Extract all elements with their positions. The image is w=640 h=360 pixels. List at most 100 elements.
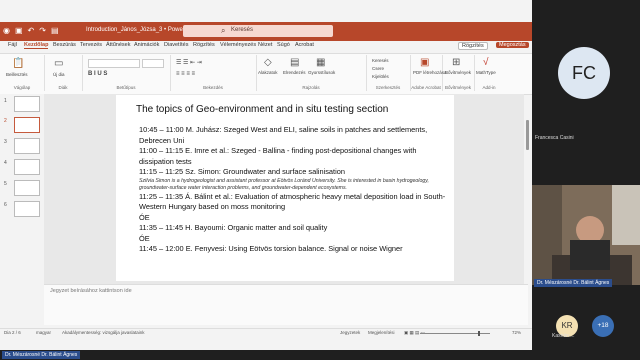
slide-counter: Dia 2 / 6	[4, 330, 21, 335]
undo-icon[interactable]: ↶	[28, 26, 35, 36]
share-button[interactable]: Megosztás	[496, 42, 529, 48]
replace-button[interactable]: Csere	[372, 66, 384, 71]
save-icon[interactable]: ▣	[15, 26, 23, 36]
thumb-number: 5	[4, 181, 7, 187]
ribbon-group-paragraph: ☰ ☰ ⇤ ⇥ ≡ ≡ ≡ ≡ Bekezdés	[170, 55, 257, 91]
group-label: Adobe Acrobat	[411, 85, 441, 90]
quick-styles-label[interactable]: Gyorsstílusok	[308, 70, 335, 75]
participant-name-fc: Francesca Casini	[535, 135, 574, 141]
group-label: Szerkesztés	[375, 85, 401, 90]
align-icon[interactable]: ≡ ≡ ≡ ≡	[176, 71, 195, 77]
new-slide-icon[interactable]: ▭	[54, 58, 63, 69]
group-label: Add-in	[482, 85, 496, 90]
slide-title[interactable]: The topics of Geo-environment and in sit…	[136, 104, 388, 115]
agenda-item: 11:45 – 12:00 E. Fenyvesi: Using Eötvös …	[139, 244, 403, 253]
pdf-icon[interactable]: ▣	[420, 57, 429, 68]
addins-label[interactable]: Bővítmények	[445, 70, 471, 75]
slide-body[interactable]: 10:45 – 11:00 M. Juhász: Szeged West and…	[139, 125, 447, 255]
video-feed-image	[532, 185, 640, 285]
bullets-icon[interactable]: ☰ ☰ ⇤ ⇥	[176, 59, 202, 66]
agenda-item: 11:15 – 11:25 Sz. Simon: Groundwater and…	[139, 167, 345, 176]
language-indicator[interactable]: magyar	[36, 330, 51, 335]
tab-file[interactable]: Fájl	[8, 42, 17, 48]
tab-insert[interactable]: Beszúrás	[53, 42, 76, 48]
tab-help[interactable]: Súgó	[277, 42, 290, 48]
tab-slideshow[interactable]: Diavetítés	[164, 42, 188, 48]
autosave-icon[interactable]: ◉	[3, 26, 10, 36]
paste-label[interactable]: Beillesztés	[6, 72, 28, 77]
thumb-number: 2	[4, 118, 7, 124]
slide-thumb-1[interactable]	[14, 96, 40, 112]
tab-design[interactable]: Tervezés	[80, 42, 102, 48]
zoom-level[interactable]: 72%	[512, 330, 521, 335]
zoom-slider-knob[interactable]	[478, 331, 480, 336]
video-name-badge: Dr. Mészárosné Dr. Bálint Ágnes	[534, 279, 613, 287]
start-slideshow-icon[interactable]: ▤	[51, 26, 59, 36]
arrange-icon[interactable]: ▤	[290, 57, 299, 68]
presenter-name-badge: Dr. Mészárosné Dr. Bálint Ágnes	[2, 351, 81, 359]
find-button[interactable]: Keresés	[372, 58, 389, 63]
thumb-number: 3	[4, 139, 7, 145]
participant-name-kr: Kasnán ...	[552, 333, 575, 339]
agenda-item: 11:00 – 11:15 E. Imre et al.: Szeged - B…	[139, 146, 417, 166]
ribbon-group-editing: Keresés Csere Kijelölés Szerkesztés	[366, 55, 411, 91]
agenda-item: ÓE	[139, 233, 150, 243]
ribbon-group-drawing: ◇ Alakzatok ▤ Elrendezés ▦ Gyorsstílusok…	[256, 55, 367, 91]
group-label: Bekezdés	[203, 85, 223, 90]
vertical-scrollbar[interactable]	[526, 120, 529, 150]
agenda-item: 10:45 – 11:00 M. Juhász: Szeged West and…	[139, 125, 428, 145]
slide-thumb-3[interactable]	[14, 138, 40, 154]
tab-acrobat[interactable]: Acrobat	[295, 42, 314, 48]
slide-thumb-6[interactable]	[14, 201, 40, 217]
thumb-number: 1	[4, 98, 7, 104]
new-slide-label[interactable]: Új dia	[53, 72, 65, 77]
tab-transitions[interactable]: Áttűnések	[106, 42, 130, 48]
quick-styles-icon[interactable]: ▦	[316, 57, 325, 68]
ribbon-group-acrobat: ▣ PDF létrehozása Adobe Acrobat	[410, 55, 447, 91]
shapes-label[interactable]: Alakzatok	[258, 70, 278, 75]
group-label: Bővítmények	[444, 85, 471, 90]
quick-access-toolbar: ◉ ▣ ↶ ↷ ▤	[3, 26, 59, 36]
tab-animations[interactable]: Animációk	[134, 42, 159, 48]
tab-review[interactable]: Véleményezés	[220, 42, 256, 48]
addins-icon[interactable]: ⊞	[452, 57, 460, 68]
agenda-item: ÓE	[139, 212, 150, 222]
participant-video[interactable]	[532, 185, 640, 285]
bold-icon[interactable]: B I U S	[88, 71, 107, 77]
tab-record[interactable]: Rögzítés	[193, 42, 215, 48]
participant-avatar-fc[interactable]: FC	[558, 47, 610, 99]
display-settings[interactable]: Megjelenítési	[368, 330, 395, 335]
record-button[interactable]: Rögzítés	[458, 42, 488, 50]
search-box[interactable]: ⌕ Keresés	[183, 25, 333, 37]
slide-thumb-4[interactable]	[14, 159, 40, 175]
group-label: Diák	[58, 85, 68, 90]
slide-thumb-5[interactable]	[14, 180, 40, 196]
ribbon-group-addin: √ MathType Add-in	[474, 55, 504, 91]
search-icon: ⌕	[221, 26, 226, 35]
ribbon-group-addins: ⊞ Bővítmények Bővítmények	[442, 55, 475, 91]
group-label: Rajzolás	[302, 85, 320, 90]
slide[interactable]: The topics of Geo-environment and in sit…	[116, 95, 454, 281]
group-label: Vágólap	[13, 85, 31, 90]
mathtype-label[interactable]: MathType	[476, 70, 496, 75]
mathtype-icon[interactable]: √	[483, 57, 489, 68]
arrange-label[interactable]: Elrendezés	[283, 70, 306, 75]
select-button[interactable]: Kijelölés	[372, 74, 389, 79]
redo-icon[interactable]: ↷	[39, 26, 46, 36]
ribbon-group-slides: ▭ Új dia Diák	[44, 55, 83, 91]
paste-icon[interactable]: 📋	[12, 58, 24, 69]
font-name-field[interactable]	[88, 59, 140, 68]
group-label: Betűtípus	[116, 85, 136, 90]
shapes-icon[interactable]: ◇	[264, 57, 272, 68]
font-size-field[interactable]	[142, 59, 164, 68]
ribbon-group-clipboard: 📋 Beillesztés Vágólap	[0, 55, 45, 91]
notes-pane[interactable]: Jegyzet beírásához kattintson ide	[44, 284, 528, 325]
accessibility-status[interactable]: Akadálymentesség: vizsgálja javaslataink	[62, 330, 145, 335]
notes-toggle[interactable]: Jegyzetek	[340, 330, 360, 335]
agenda-item: 11:25 – 11:35 Á. Bálint et al.: Evaluati…	[139, 191, 446, 212]
more-participants-button[interactable]: +18	[592, 315, 614, 337]
tab-home[interactable]: Kezdőlap	[24, 42, 49, 49]
agenda-item: 11:35 – 11:45 H. Bayoumi: Organic matter…	[139, 223, 328, 232]
tab-view[interactable]: Nézet	[258, 42, 272, 48]
slide-thumb-2[interactable]	[14, 117, 40, 133]
